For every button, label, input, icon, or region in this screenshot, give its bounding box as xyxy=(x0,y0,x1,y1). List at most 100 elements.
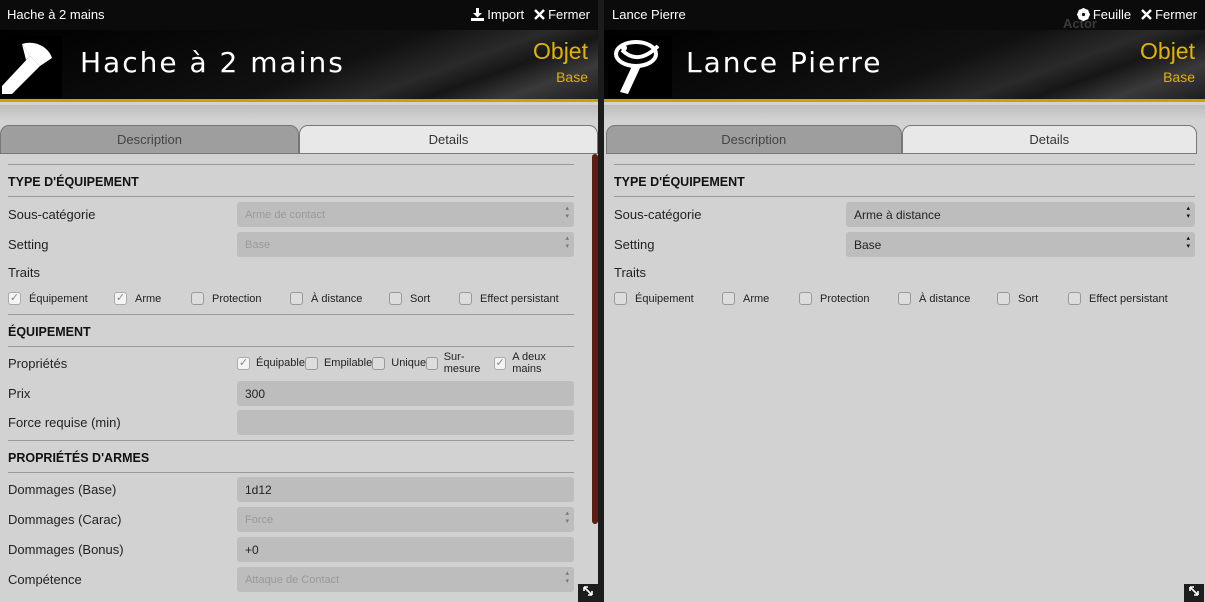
item-image[interactable] xyxy=(0,36,62,98)
item-image[interactable] xyxy=(608,36,672,98)
details-panel: TYPE D'ÉQUIPEMENT Sous-catégorie Arme à … xyxy=(604,154,1205,602)
item-name[interactable]: Hache à 2 mains xyxy=(80,46,345,79)
strength-input[interactable] xyxy=(237,409,574,435)
item-type: Objet xyxy=(533,38,588,64)
checkbox[interactable] xyxy=(997,292,1010,305)
checkbox[interactable] xyxy=(898,292,911,305)
item-header: Lance Pierre Objet Base xyxy=(604,30,1205,102)
traits-label: Traits xyxy=(8,265,41,280)
prop-empilable[interactable]: Empilable xyxy=(304,356,372,370)
prop-sur-mesure[interactable]: Sur-mesure xyxy=(426,351,494,375)
setting-label: Setting xyxy=(614,236,655,252)
prop-equipable[interactable]: ✓ Équipable xyxy=(237,356,305,370)
download-icon xyxy=(471,8,485,21)
item-sheet-lance-pierre: Lance Pierre Actor Feuille Fermer Lance … xyxy=(604,0,1205,602)
setting-select[interactable]: Base xyxy=(846,231,1195,257)
item-type: Objet xyxy=(1140,38,1195,64)
checkbox[interactable] xyxy=(722,292,735,305)
prop-a-deux-mains[interactable]: ✓ A deux mains xyxy=(493,351,574,375)
tab-details[interactable]: Details xyxy=(901,125,1197,154)
item-subtype: Base xyxy=(556,69,588,85)
checkbox[interactable]: ✓ xyxy=(493,356,507,370)
item-sheet-hache: Hache à 2 mains Import Fermer Hache à 2 … xyxy=(0,0,598,602)
checkbox[interactable] xyxy=(304,356,318,370)
header-shadow xyxy=(0,105,598,120)
checkbox[interactable]: ✓ xyxy=(114,292,127,305)
sheet-tabs: Description Details xyxy=(606,125,1197,154)
tab-description[interactable]: Description xyxy=(606,125,902,154)
traits-list: ✓ Équipement ✓ Arme Protection À distance … xyxy=(8,286,574,311)
trait-a-distance[interactable]: À distance xyxy=(290,292,389,305)
checkbox[interactable] xyxy=(614,292,627,305)
subcategory-label: Sous-catégorie xyxy=(8,206,96,222)
properties-label: Propriétés xyxy=(8,355,68,371)
checkbox[interactable]: ✓ xyxy=(8,292,21,305)
setting-select[interactable]: Base xyxy=(237,231,574,257)
subcategory-select[interactable]: Arme à distance xyxy=(846,201,1195,227)
checkbox[interactable] xyxy=(372,356,386,370)
header-shadow xyxy=(604,105,1205,120)
section-equipment: ÉQUIPEMENT xyxy=(8,314,574,347)
trait-protection[interactable]: Protection xyxy=(191,292,290,305)
trait-equipement[interactable]: Équipement xyxy=(614,292,722,305)
gear-icon xyxy=(1076,8,1090,21)
item-name[interactable]: Lance Pierre xyxy=(686,46,882,79)
subcategory-select[interactable]: Arme de contact xyxy=(237,201,574,227)
details-panel: TYPE D'ÉQUIPEMENT Sous-catégorie Arme de… xyxy=(0,154,582,602)
damage-bonus-input[interactable]: +0 xyxy=(237,536,574,562)
checkbox[interactable] xyxy=(290,292,303,305)
sheet-tabs: Description Details xyxy=(0,125,598,154)
item-subtype: Base xyxy=(1163,69,1195,85)
checkbox[interactable] xyxy=(799,292,812,305)
import-button[interactable]: Import xyxy=(471,7,524,22)
skill-label: Compétence xyxy=(8,571,82,587)
subcategory-label: Sous-catégorie xyxy=(614,206,702,222)
resize-handle[interactable] xyxy=(578,584,598,602)
trait-a-distance[interactable]: À distance xyxy=(898,292,997,305)
traits-list: Équipement Arme Protection À distance So… xyxy=(614,286,1195,311)
trait-sort[interactable]: Sort xyxy=(997,292,1068,305)
checkbox[interactable]: ✓ xyxy=(237,356,250,370)
price-input[interactable]: 300 xyxy=(237,380,574,406)
window-title: Lance Pierre xyxy=(612,7,686,22)
resize-icon xyxy=(1189,586,1199,596)
trait-equipement[interactable]: ✓ Équipement xyxy=(8,292,114,305)
checkbox[interactable] xyxy=(191,292,204,305)
sheet-button[interactable]: Feuille xyxy=(1076,7,1131,22)
trait-effect-persistant[interactable]: Effect persistant xyxy=(1068,292,1168,305)
resize-handle[interactable] xyxy=(1184,584,1204,602)
tab-description[interactable]: Description xyxy=(0,125,299,154)
window-titlebar[interactable]: Hache à 2 mains Import Fermer xyxy=(0,0,598,30)
tab-details[interactable]: Details xyxy=(299,125,598,154)
properties-list: ✓ Équipable Empilable Unique Sur-mesure ✓… xyxy=(237,351,574,375)
trait-sort[interactable]: Sort xyxy=(389,292,459,305)
trait-protection[interactable]: Protection xyxy=(799,292,898,305)
section-equipment-type: TYPE D'ÉQUIPEMENT xyxy=(614,164,1195,197)
checkbox[interactable] xyxy=(1068,292,1081,305)
section-weapon-properties: PROPRIÉTÉS D'ARMES xyxy=(8,440,574,473)
trait-effect-persistant[interactable]: Effect persistant xyxy=(459,292,559,305)
checkbox[interactable] xyxy=(426,356,438,370)
resize-icon xyxy=(583,586,593,596)
damage-carac-label: Dommages (Carac) xyxy=(8,511,122,527)
checkbox[interactable] xyxy=(459,292,472,305)
prop-unique[interactable]: Unique xyxy=(372,356,426,370)
checkbox[interactable] xyxy=(389,292,402,305)
damage-carac-select[interactable]: Force xyxy=(237,506,574,532)
damage-base-input[interactable]: 1d12 xyxy=(237,476,574,502)
slingshot-icon xyxy=(614,40,660,94)
trait-arme[interactable]: Arme xyxy=(722,292,799,305)
setting-label: Setting xyxy=(8,236,49,252)
trait-arme[interactable]: ✓ Arme xyxy=(114,292,191,305)
section-equipment-type: TYPE D'ÉQUIPEMENT xyxy=(8,164,574,197)
skill-select[interactable]: Attaque de Contact xyxy=(237,566,574,592)
item-header: Hache à 2 mains Objet Base xyxy=(0,30,598,102)
scrollbar[interactable] xyxy=(592,154,598,524)
window-titlebar[interactable]: Lance Pierre Actor Feuille Fermer xyxy=(604,0,1205,31)
close-icon xyxy=(534,9,545,20)
traits-label: Traits xyxy=(614,265,647,280)
close-button[interactable]: Fermer xyxy=(1141,7,1197,22)
axe-icon xyxy=(2,42,52,94)
close-button[interactable]: Fermer xyxy=(534,7,590,22)
price-label: Prix xyxy=(8,385,31,401)
